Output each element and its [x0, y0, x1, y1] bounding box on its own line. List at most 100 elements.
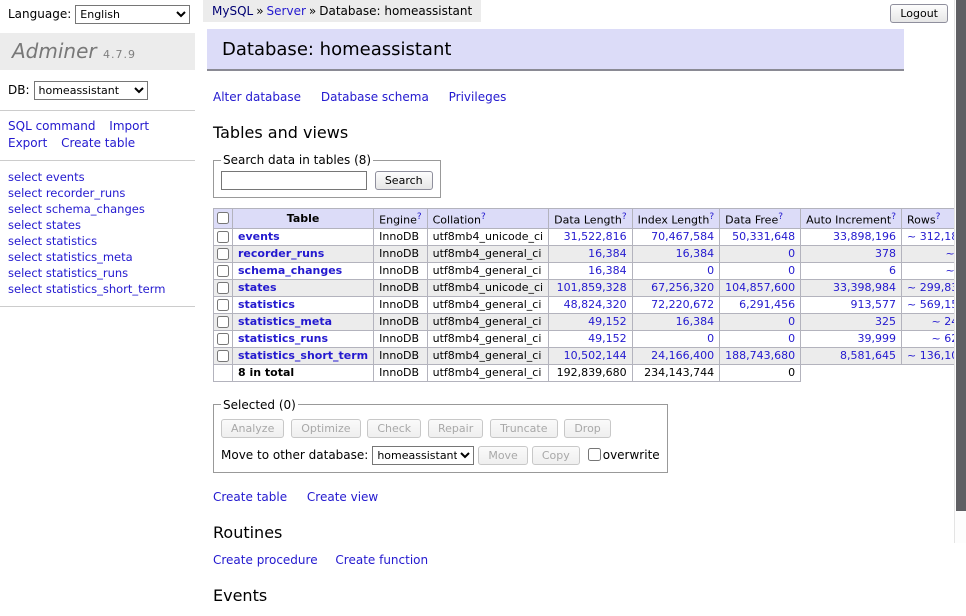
language-label: Language:: [8, 7, 71, 21]
sidebar-item-select-schema-changes[interactable]: select schema_changes: [8, 201, 187, 217]
help-icon[interactable]: ?: [709, 212, 714, 222]
table-link[interactable]: schema_changes: [238, 264, 342, 277]
overwrite-label[interactable]: overwrite: [603, 448, 660, 462]
index-length-link[interactable]: 70,467,584: [651, 230, 714, 243]
row-checkbox[interactable]: [217, 333, 229, 345]
auto-increment-link[interactable]: 325: [875, 315, 896, 328]
sidebar-item-select-states[interactable]: select states: [8, 217, 187, 233]
help-icon[interactable]: ?: [936, 212, 941, 222]
data-free-link[interactable]: 50,331,648: [732, 230, 795, 243]
search-button[interactable]: Search: [375, 171, 433, 190]
auto-increment-link[interactable]: 378: [875, 247, 896, 260]
privileges-link[interactable]: Privileges: [449, 90, 507, 104]
data-length-link[interactable]: 16,384: [588, 247, 627, 260]
sidebar-item-select-events[interactable]: select events: [8, 169, 187, 185]
sidebar-item-select-statistics-short-term[interactable]: select statistics_short_term: [8, 281, 187, 297]
index-length-link[interactable]: 0: [707, 264, 714, 277]
sidebar-item-select-statistics[interactable]: select statistics: [8, 233, 187, 249]
row-checkbox[interactable]: [217, 231, 229, 243]
auto-increment-link[interactable]: 33,398,984: [833, 281, 896, 294]
auto-increment-link[interactable]: 8,581,645: [840, 349, 896, 362]
auto-increment-link[interactable]: 6: [889, 264, 896, 277]
table-link[interactable]: states: [238, 281, 277, 294]
data-free-link[interactable]: 188,743,680: [725, 349, 795, 362]
breadcrumb-mysql-link[interactable]: MySQL: [212, 4, 253, 18]
data-length-link[interactable]: 16,384: [588, 264, 627, 277]
copy-button[interactable]: Copy: [532, 446, 580, 465]
sidebar-item-select-statistics-meta[interactable]: select statistics_meta: [8, 249, 187, 265]
data-free-link[interactable]: 104,857,600: [725, 281, 795, 294]
sidebar-item-select-statistics-runs[interactable]: select statistics_runs: [8, 265, 187, 281]
drop-button[interactable]: Drop: [564, 419, 610, 438]
database-schema-link[interactable]: Database schema: [321, 90, 429, 104]
select-all-checkbox[interactable]: [217, 212, 229, 224]
table-link[interactable]: statistics: [238, 298, 295, 311]
create-view-link[interactable]: Create view: [307, 490, 378, 504]
data-free-link[interactable]: 0: [788, 332, 795, 345]
vertical-scrollbar[interactable]: [954, 0, 966, 543]
search-input[interactable]: [221, 171, 367, 190]
data-length-link[interactable]: 49,152: [588, 332, 627, 345]
db-select[interactable]: homeassistant: [34, 81, 148, 100]
scrollbar-thumb[interactable]: [956, 0, 966, 511]
sidebar-link-import[interactable]: Import: [109, 119, 149, 133]
auto-increment-link[interactable]: 33,898,196: [833, 230, 896, 243]
table-link[interactable]: statistics_runs: [238, 332, 328, 345]
sidebar-link-export[interactable]: Export: [8, 136, 47, 150]
row-checkbox[interactable]: [217, 248, 229, 260]
row-checkbox[interactable]: [217, 350, 229, 362]
db-label: DB:: [8, 83, 30, 97]
table-link[interactable]: statistics_meta: [238, 315, 332, 328]
create-function-link[interactable]: Create function: [335, 553, 428, 567]
help-icon[interactable]: ?: [778, 212, 783, 222]
alter-database-link[interactable]: Alter database: [213, 90, 301, 104]
table-link[interactable]: recorder_runs: [238, 247, 324, 260]
row-checkbox[interactable]: [217, 299, 229, 311]
collation-cell: utf8mb4_general_ci: [427, 330, 548, 347]
table-link[interactable]: statistics_short_term: [238, 349, 368, 362]
data-length-link[interactable]: 49,152: [588, 315, 627, 328]
table-link[interactable]: events: [238, 230, 280, 243]
move-database-select[interactable]: homeassistant: [372, 446, 474, 465]
data-length-link[interactable]: 10,502,144: [564, 349, 627, 362]
check-button[interactable]: Check: [367, 419, 421, 438]
truncate-button[interactable]: Truncate: [490, 419, 557, 438]
row-checkbox[interactable]: [217, 282, 229, 294]
data-free-link[interactable]: 6,291,456: [739, 298, 795, 311]
sidebar-link-create-table[interactable]: Create table: [61, 136, 135, 150]
index-length-link[interactable]: 16,384: [676, 247, 715, 260]
row-checkbox[interactable]: [217, 265, 229, 277]
auto-increment-link[interactable]: 913,577: [851, 298, 897, 311]
analyze-button[interactable]: Analyze: [221, 419, 284, 438]
repair-button[interactable]: Repair: [428, 419, 483, 438]
logout-button[interactable]: Logout: [890, 4, 948, 23]
index-length-link[interactable]: 72,220,672: [651, 298, 714, 311]
create-table-link[interactable]: Create table: [213, 490, 287, 504]
data-length-link[interactable]: 101,859,328: [557, 281, 627, 294]
data-free-link[interactable]: 0: [788, 315, 795, 328]
move-button[interactable]: Move: [478, 446, 528, 465]
data-free-link[interactable]: 0: [788, 247, 795, 260]
index-length-link[interactable]: 16,384: [676, 315, 715, 328]
sidebar-item-select-recorder-runs[interactable]: select recorder_runs: [8, 185, 187, 201]
help-icon[interactable]: ?: [417, 212, 422, 222]
row-checkbox[interactable]: [217, 316, 229, 328]
overwrite-checkbox[interactable]: [588, 448, 601, 461]
sidebar-link-sql-command[interactable]: SQL command: [8, 119, 95, 133]
create-procedure-link[interactable]: Create procedure: [213, 553, 318, 567]
help-icon[interactable]: ?: [481, 212, 486, 222]
index-length-link[interactable]: 0: [707, 332, 714, 345]
language-select[interactable]: English: [75, 5, 190, 24]
data-length-link[interactable]: 48,824,320: [564, 298, 627, 311]
auto-increment-link[interactable]: 39,999: [858, 332, 897, 345]
help-icon[interactable]: ?: [891, 212, 896, 222]
engine-cell: InnoDB: [374, 347, 427, 364]
data-free-link[interactable]: 0: [788, 264, 795, 277]
db-selector-row: DB: homeassistant: [0, 70, 195, 110]
optimize-button[interactable]: Optimize: [291, 419, 360, 438]
index-length-link[interactable]: 24,166,400: [651, 349, 714, 362]
index-length-link[interactable]: 67,256,320: [651, 281, 714, 294]
data-length-link[interactable]: 31,522,816: [564, 230, 627, 243]
help-icon[interactable]: ?: [622, 212, 627, 222]
breadcrumb-server-link[interactable]: Server: [267, 4, 306, 18]
